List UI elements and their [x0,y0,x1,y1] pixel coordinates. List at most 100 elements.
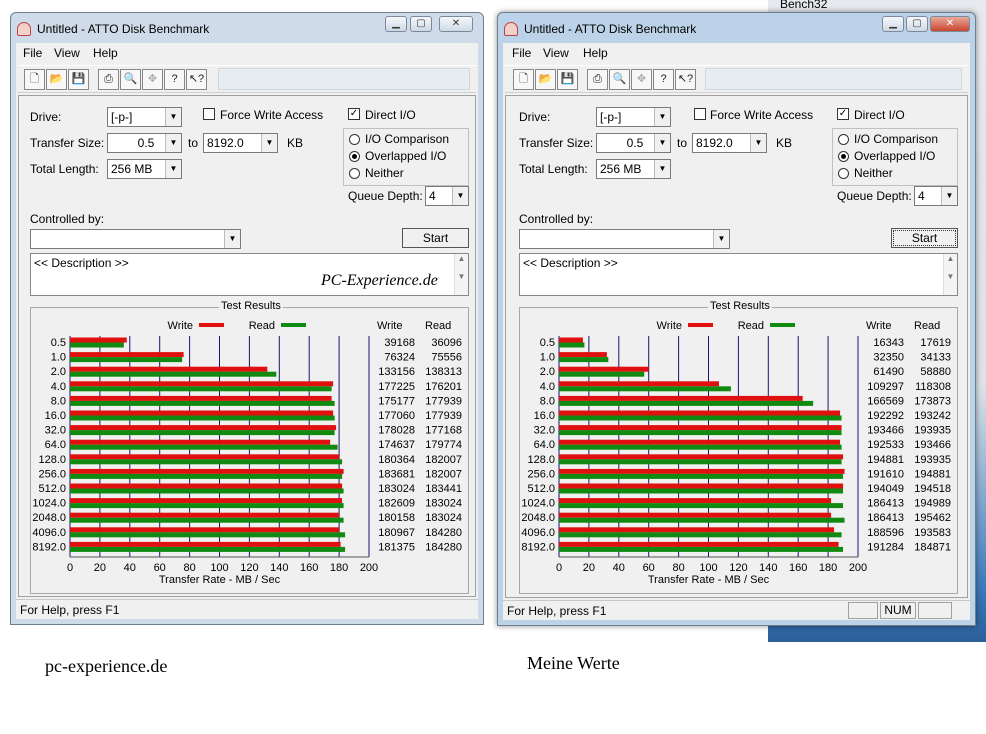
y-tick-label: 8.0 [51,395,66,407]
x-tick-label: 200 [360,562,378,574]
save-icon[interactable]: 💾 [68,69,89,90]
context-help-icon[interactable]: ↖? [186,69,207,90]
overlapped-io-radio[interactable] [838,151,849,162]
direct-io-checkbox[interactable]: ✓ [348,108,360,120]
save-icon[interactable]: 💾 [557,69,578,90]
y-tick-label: 2048.0 [32,512,66,524]
bar-read [559,342,585,348]
bar-write [70,410,334,416]
print-preview-icon[interactable]: 🔍 [120,69,141,90]
print-preview-icon[interactable]: 🔍 [609,69,630,90]
move-icon[interactable]: ✥ [142,69,163,90]
io-comparison-radio[interactable] [838,134,849,145]
value-read: 118308 [915,381,951,393]
menu-help[interactable]: Help [583,46,608,60]
bar-read [70,400,335,406]
x-tick-label: 180 [819,562,837,574]
value-read: 182007 [425,454,462,466]
force-write-checkbox[interactable] [694,108,706,120]
status-bar: For Help, press F1 NUM [503,600,970,620]
start-button[interactable]: Start [891,228,958,248]
menu-view[interactable]: View [543,46,569,60]
bar-read [559,357,609,363]
controlled-by-select[interactable]: ▼ [519,229,730,249]
description-scrollbar[interactable]: ▲ ▼ [943,254,957,295]
transfer-from-select[interactable]: 0.5 ▼ [596,133,671,153]
bar-write [70,352,184,358]
bar-write [559,381,719,387]
minimize-button[interactable]: ▁ [882,16,904,32]
minimize-button[interactable]: ▁ [385,16,407,32]
chevron-down-icon: ▼ [452,187,468,205]
print-icon[interactable]: ⎙ [98,69,119,90]
neither-radio[interactable] [349,168,360,179]
help-icon[interactable]: ? [164,69,185,90]
y-tick-label: 32.0 [45,425,66,437]
transfer-to-select[interactable]: 8192.0 ▼ [203,133,278,153]
value-write: 61490 [873,366,904,378]
close-button[interactable]: ✕ [439,16,473,32]
neither-radio[interactable] [838,168,849,179]
bar-write [70,541,341,547]
menu-view[interactable]: View [54,46,80,60]
value-write: 32350 [873,352,904,364]
y-tick-label: 256.0 [38,468,66,480]
open-icon[interactable]: 📂 [46,69,67,90]
title-bar[interactable]: Untitled - ATTO Disk Benchmark ▁ ▢ ✕ [498,13,975,43]
neither-label: Neither [365,166,404,180]
total-length-select[interactable]: 256 MB ▼ [596,159,671,179]
total-length-select[interactable]: 256 MB ▼ [107,159,182,179]
y-tick-label: 1.0 [51,352,66,364]
queue-depth-select[interactable]: 4 ▼ [425,186,469,206]
value-write: 76324 [384,352,415,364]
drive-select[interactable]: [-p-] ▼ [596,107,671,127]
value-write: 39168 [384,337,415,349]
move-icon[interactable]: ✥ [631,69,652,90]
menu-file[interactable]: File [23,46,42,60]
x-tick-label: 120 [729,562,747,574]
menu-file[interactable]: File [512,46,531,60]
bar-write [70,395,332,401]
chevron-down-icon: ▼ [941,187,957,205]
bar-write [70,527,340,533]
maximize-button[interactable]: ▢ [906,16,928,32]
transfer-to-select[interactable]: 8192.0 ▼ [692,133,767,153]
context-help-icon[interactable]: ↖? [675,69,696,90]
description-box[interactable]: << Description >> PC-Experience.de ▲ ▼ [30,253,469,296]
status-help-text: For Help, press F1 [507,604,607,618]
controlled-by-select[interactable]: ▼ [30,229,241,249]
force-write-checkbox[interactable] [203,108,215,120]
caption-right: Meine Werte [527,653,620,673]
open-icon[interactable]: 📂 [535,69,556,90]
bar-write [559,541,839,547]
value-read: 184280 [425,527,462,539]
start-button[interactable]: Start [402,228,469,248]
y-tick-label: 4096.0 [521,527,555,539]
x-tick-label: 0 [556,562,562,574]
print-icon[interactable]: ⎙ [587,69,608,90]
overlapped-io-label: Overlapped I/O [854,149,936,163]
description-scrollbar[interactable]: ▲ ▼ [454,254,468,295]
transfer-from-select[interactable]: 0.5 ▼ [107,133,182,153]
new-icon[interactable]: 🗋 [24,69,45,90]
x-tick-label: 60 [643,562,655,574]
queue-depth-label: Queue Depth: [837,189,912,203]
bar-read [70,503,344,509]
bar-write [559,468,845,474]
title-bar[interactable]: Untitled - ATTO Disk Benchmark ▁ ▢ ✕ [11,13,483,43]
value-write: 192292 [867,410,904,422]
io-comparison-radio[interactable] [349,134,360,145]
direct-io-checkbox[interactable]: ✓ [837,108,849,120]
overlapped-io-radio[interactable] [349,151,360,162]
value-write: 181375 [378,541,415,553]
close-button[interactable]: ✕ [930,16,970,32]
menu-help[interactable]: Help [93,46,118,60]
help-icon[interactable]: ? [653,69,674,90]
queue-depth-select[interactable]: 4 ▼ [914,186,958,206]
new-icon[interactable]: 🗋 [513,69,534,90]
maximize-button[interactable]: ▢ [410,16,432,32]
force-write-label: Force Write Access [220,108,324,122]
description-box[interactable]: << Description >> ▲ ▼ [519,253,958,296]
drive-select[interactable]: [-p-] ▼ [107,107,182,127]
x-tick-label: 140 [270,562,288,574]
